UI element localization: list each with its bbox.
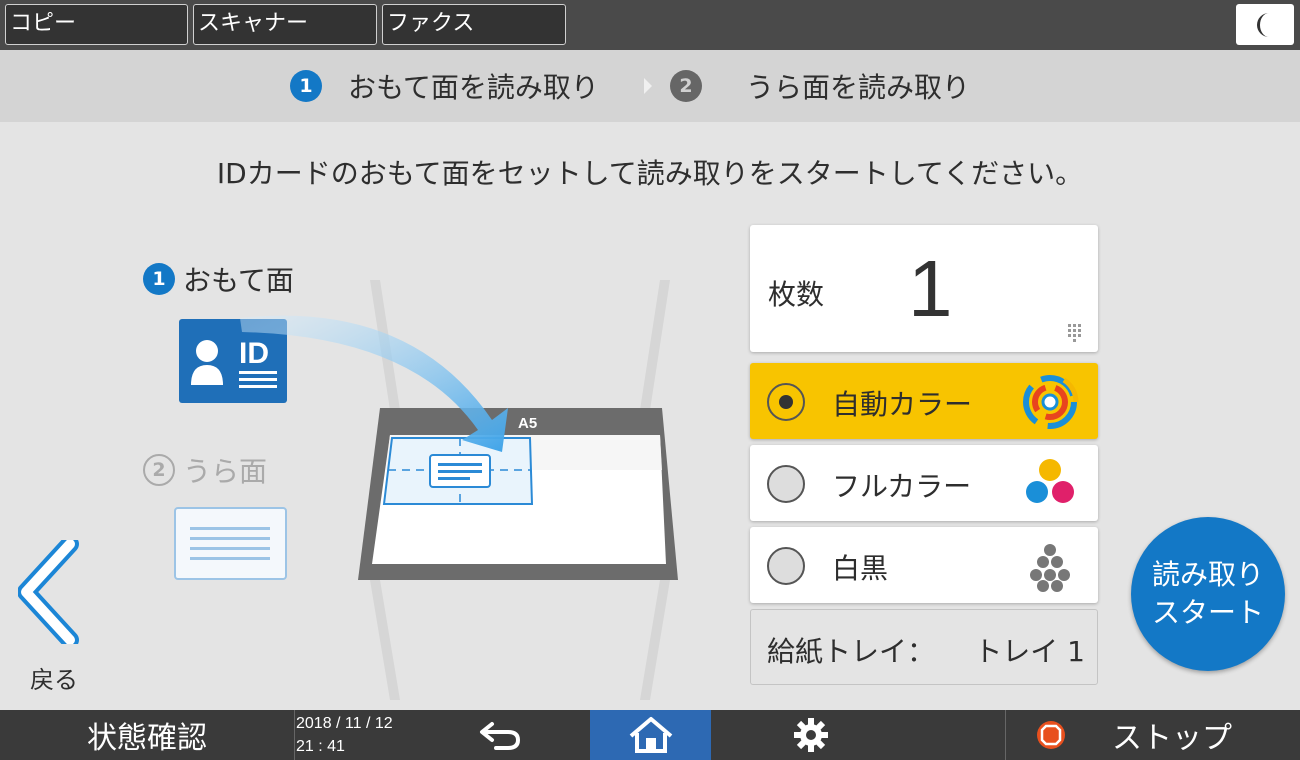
color-mode-full[interactable]: フルカラー	[750, 445, 1098, 521]
energy-saver-button[interactable]	[1236, 4, 1294, 45]
start-line-1: 読み取り	[1151, 558, 1264, 591]
tab-fax[interactable]: ファクス	[382, 4, 566, 45]
step-2-label: うら面を読み取り	[746, 71, 971, 104]
step-2-number: 2	[670, 70, 702, 102]
top-app-bar: コピー スキャナー ファクス	[0, 0, 1300, 50]
home-button[interactable]	[590, 710, 711, 760]
date-time-display: 2018 / 11 / 12 21 : 41	[296, 712, 393, 758]
step-1-number: 1	[290, 70, 322, 102]
keypad-icon	[1068, 324, 1081, 342]
step-1-label: おもて面を読み取り	[348, 71, 599, 104]
bottom-system-bar: 状態確認 2018 / 11 / 12 21 : 41 ストップ	[0, 710, 1300, 760]
return-arrow-icon	[480, 722, 521, 750]
undo-button[interactable]	[410, 710, 590, 760]
copies-value: 1	[908, 244, 953, 333]
status-check-button[interactable]: 状態確認	[0, 710, 294, 760]
gear-icon	[794, 718, 828, 752]
date-text: 2018 / 11 / 12	[296, 715, 393, 732]
paper-tray-label: 給紙トレイ：	[767, 635, 936, 668]
step-arrow-icon	[644, 78, 652, 94]
instruction-text: IDカードのおもて面をセットして読み取りをスタートしてください。	[216, 157, 1084, 190]
radio-full[interactable]	[767, 465, 805, 503]
stop-button[interactable]: ストップ	[1006, 710, 1300, 760]
back-arrow-icon[interactable]	[18, 540, 88, 644]
back-number: 2	[143, 454, 175, 486]
full-color-icon	[1026, 459, 1074, 503]
tab-scanner[interactable]: スキャナー	[193, 4, 377, 45]
black-white-icon	[1030, 544, 1070, 592]
home-icon	[629, 717, 672, 753]
paper-tray-value: トレイ 1	[974, 635, 1085, 668]
radio-bw[interactable]	[767, 547, 805, 585]
color-mode-auto-label: 自動カラー	[832, 388, 973, 421]
tab-copy[interactable]: コピー	[5, 4, 188, 45]
color-mode-bw-label: 白黒	[832, 552, 889, 585]
radio-auto[interactable]	[767, 383, 805, 421]
moon-icon	[1257, 12, 1269, 37]
stop-icon	[1037, 721, 1065, 749]
paper-tray-selector[interactable]: 給紙トレイ： トレイ 1	[750, 609, 1098, 685]
step-back: 2 うら面を読み取り	[670, 50, 970, 122]
scan-start-button[interactable]: 読み取り スタート	[1131, 517, 1285, 671]
copies-counter[interactable]: 枚数 1	[750, 225, 1098, 352]
glass-size-label: A5	[518, 415, 537, 432]
copies-label: 枚数	[768, 278, 825, 311]
scanner-glass-illustration: A5	[240, 280, 678, 700]
step-front: 1 おもて面を読み取り	[290, 50, 599, 122]
step-indicator: 1 おもて面を読み取り 2 うら面を読み取り	[0, 50, 1300, 122]
auto-color-icon	[1023, 375, 1079, 429]
start-line-2: スタート	[1151, 596, 1264, 629]
stop-label: ストップ	[1112, 721, 1232, 756]
time-text: 21 : 41	[296, 738, 345, 755]
back-label[interactable]: 戻る	[30, 660, 78, 695]
settings-button[interactable]	[711, 710, 911, 760]
color-mode-full-label: フルカラー	[832, 470, 972, 503]
color-mode-bw[interactable]: 白黒	[750, 527, 1098, 603]
front-number: 1	[143, 263, 175, 295]
color-mode-auto[interactable]: 自動カラー	[750, 363, 1098, 439]
